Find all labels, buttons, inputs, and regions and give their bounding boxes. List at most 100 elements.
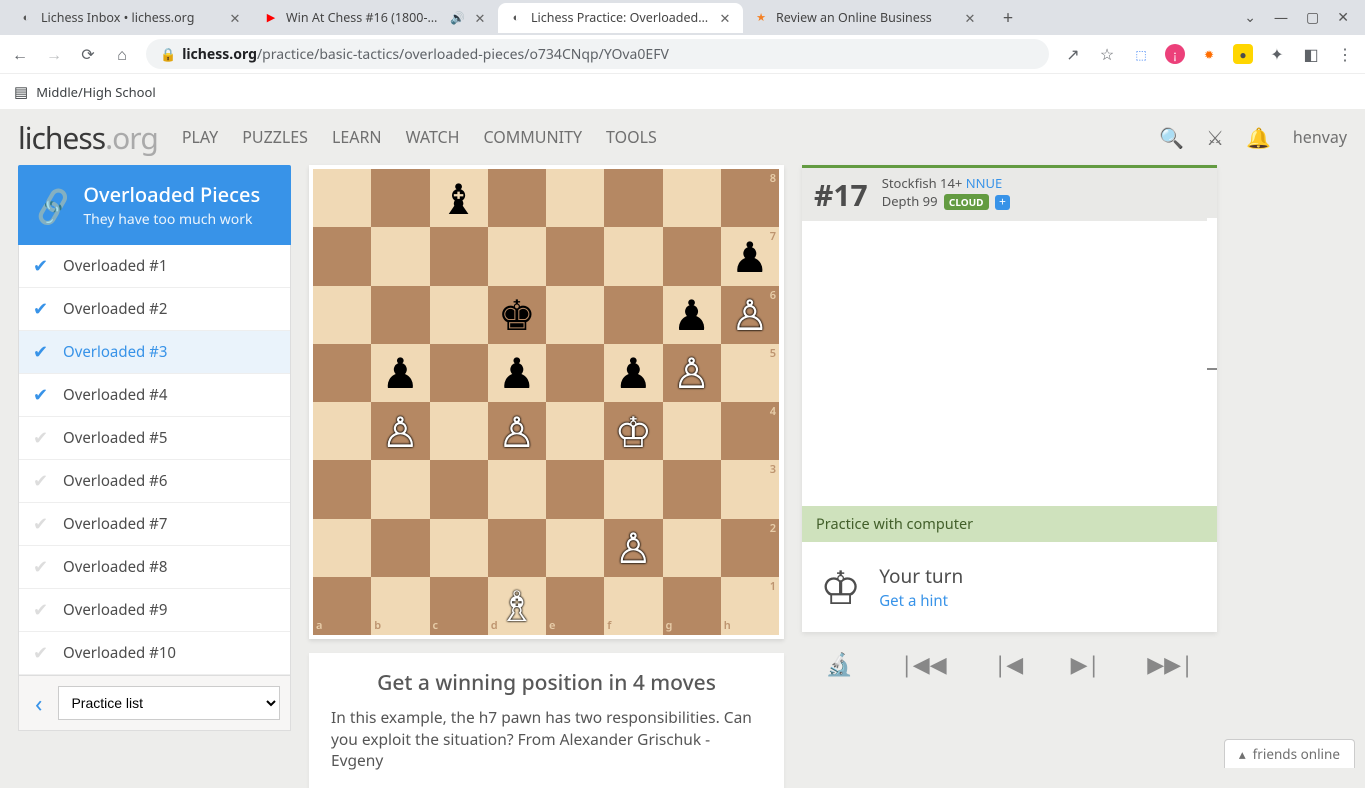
site-logo[interactable]: lichess.org: [18, 117, 158, 158]
board-square[interactable]: [313, 169, 371, 227]
board-square[interactable]: [488, 169, 546, 227]
friends-panel[interactable]: ▴ friends online: [1224, 739, 1355, 768]
practice-item[interactable]: ✔ Overloaded #8: [19, 546, 290, 589]
chess-piece[interactable]: ♙: [382, 403, 420, 460]
new-tab-button[interactable]: +: [994, 4, 1022, 32]
board-square[interactable]: ♟: [604, 344, 662, 402]
board-square[interactable]: [546, 519, 604, 577]
first-move-button[interactable]: |◀◀: [901, 649, 947, 679]
board-square[interactable]: [313, 460, 371, 518]
board-square[interactable]: ♗d: [488, 577, 546, 635]
url-input[interactable]: 🔒 lichess.org/practice/basic-tactics/ove…: [146, 39, 1049, 69]
board-square[interactable]: ♙: [371, 402, 429, 460]
board-square[interactable]: b: [371, 577, 429, 635]
board-square[interactable]: [371, 519, 429, 577]
board-square[interactable]: [430, 519, 488, 577]
hint-link[interactable]: Get a hint: [879, 591, 948, 611]
chess-piece[interactable]: ♟: [673, 286, 711, 343]
back-button[interactable]: ‹: [29, 687, 48, 720]
ext-orange-icon[interactable]: ✹: [1199, 44, 1219, 64]
maximize-icon[interactable]: ▢: [1306, 8, 1319, 27]
board-square[interactable]: [663, 519, 721, 577]
board-square[interactable]: ♝: [430, 169, 488, 227]
board-square[interactable]: ♟: [371, 344, 429, 402]
board-square[interactable]: ♔: [604, 402, 662, 460]
practice-item[interactable]: ✔ Overloaded #2: [19, 288, 290, 331]
practice-item[interactable]: ✔ Overloaded #5: [19, 417, 290, 460]
close-tab-icon[interactable]: ✕: [472, 9, 488, 27]
close-tab-icon[interactable]: ✕: [227, 9, 243, 27]
browser-tab[interactable]: ▶ Win At Chess #16 (1800-2500) 🔊 ✕: [253, 3, 498, 33]
chess-piece[interactable]: ♙: [498, 403, 536, 460]
chess-piece[interactable]: ♟: [615, 344, 653, 401]
chess-piece[interactable]: ♔: [615, 403, 653, 460]
chess-piece[interactable]: ♝: [440, 170, 478, 227]
home-icon[interactable]: ⌂: [112, 43, 132, 65]
board-square[interactable]: [604, 460, 662, 518]
microscope-icon[interactable]: 🔬: [826, 649, 853, 679]
nav-item[interactable]: TOOLS: [606, 126, 657, 148]
last-move-button[interactable]: ▶▶|: [1147, 649, 1193, 679]
board-square[interactable]: [371, 460, 429, 518]
board-square[interactable]: [663, 460, 721, 518]
browser-tab[interactable]: ◐ Lichess Practice: Overloaded Pieces ✕: [498, 3, 743, 33]
board-square[interactable]: c: [430, 577, 488, 635]
chess-piece[interactable]: ♙: [731, 286, 769, 343]
board-square[interactable]: [663, 402, 721, 460]
board-square[interactable]: [546, 402, 604, 460]
move-list[interactable]: [802, 221, 1217, 506]
star-icon[interactable]: ☆: [1097, 43, 1117, 65]
board-square[interactable]: 5: [721, 344, 779, 402]
board-square[interactable]: [488, 519, 546, 577]
menu-icon[interactable]: ⋮: [1335, 43, 1355, 65]
board-square[interactable]: ♚: [488, 286, 546, 344]
board-square[interactable]: ♟: [663, 286, 721, 344]
practice-item[interactable]: ✔ Overloaded #7: [19, 503, 290, 546]
board-square[interactable]: [430, 227, 488, 285]
extensions-icon[interactable]: ✦: [1267, 43, 1287, 65]
board-square[interactable]: 3: [721, 460, 779, 518]
chess-piece[interactable]: ♙: [615, 519, 653, 576]
board-square[interactable]: [430, 460, 488, 518]
username[interactable]: henvay: [1293, 126, 1347, 148]
board-square[interactable]: [546, 227, 604, 285]
add-line-button[interactable]: +: [995, 195, 1010, 210]
board-square[interactable]: [371, 227, 429, 285]
board-square[interactable]: ♟7: [721, 227, 779, 285]
chess-piece[interactable]: ♟: [382, 344, 420, 401]
board-square[interactable]: [313, 344, 371, 402]
board-square[interactable]: [488, 460, 546, 518]
board-square[interactable]: [546, 460, 604, 518]
forward-icon[interactable]: →: [44, 43, 64, 65]
minimize-icon[interactable]: —: [1274, 8, 1288, 27]
board-square[interactable]: [604, 286, 662, 344]
browser-tab[interactable]: ★ Review an Online Business ✕: [743, 3, 988, 33]
close-tab-icon[interactable]: ✕: [962, 9, 978, 27]
share-icon[interactable]: ↗: [1063, 43, 1083, 65]
board-square[interactable]: ♙: [604, 519, 662, 577]
board-square[interactable]: [430, 402, 488, 460]
board-square[interactable]: 4: [721, 402, 779, 460]
ext-pink-icon[interactable]: ¡: [1165, 44, 1185, 64]
board-square[interactable]: ♟: [488, 344, 546, 402]
sound-icon[interactable]: 🔊: [450, 9, 465, 26]
board-square[interactable]: g: [663, 577, 721, 635]
nav-item[interactable]: WATCH: [406, 126, 460, 148]
board-square[interactable]: [430, 286, 488, 344]
board-square[interactable]: [546, 286, 604, 344]
board-square[interactable]: [430, 344, 488, 402]
board-square[interactable]: [546, 169, 604, 227]
chess-board[interactable]: ♝8♟7♚♟♙6♟♟♟♙5♙♙♔43♙2abc♗defg1h: [313, 169, 779, 635]
board-square[interactable]: [313, 286, 371, 344]
practice-item[interactable]: ✔ Overloaded #1: [19, 245, 290, 288]
board-square[interactable]: 2: [721, 519, 779, 577]
nav-item[interactable]: PLAY: [182, 126, 218, 148]
chess-piece[interactable]: ♟: [498, 344, 536, 401]
board-square[interactable]: f: [604, 577, 662, 635]
nav-item[interactable]: PUZZLES: [242, 126, 308, 148]
board-square[interactable]: 1h: [721, 577, 779, 635]
board-square[interactable]: [546, 344, 604, 402]
practice-select[interactable]: Practice list: [58, 686, 280, 720]
board-square[interactable]: [313, 519, 371, 577]
board-square[interactable]: [604, 169, 662, 227]
